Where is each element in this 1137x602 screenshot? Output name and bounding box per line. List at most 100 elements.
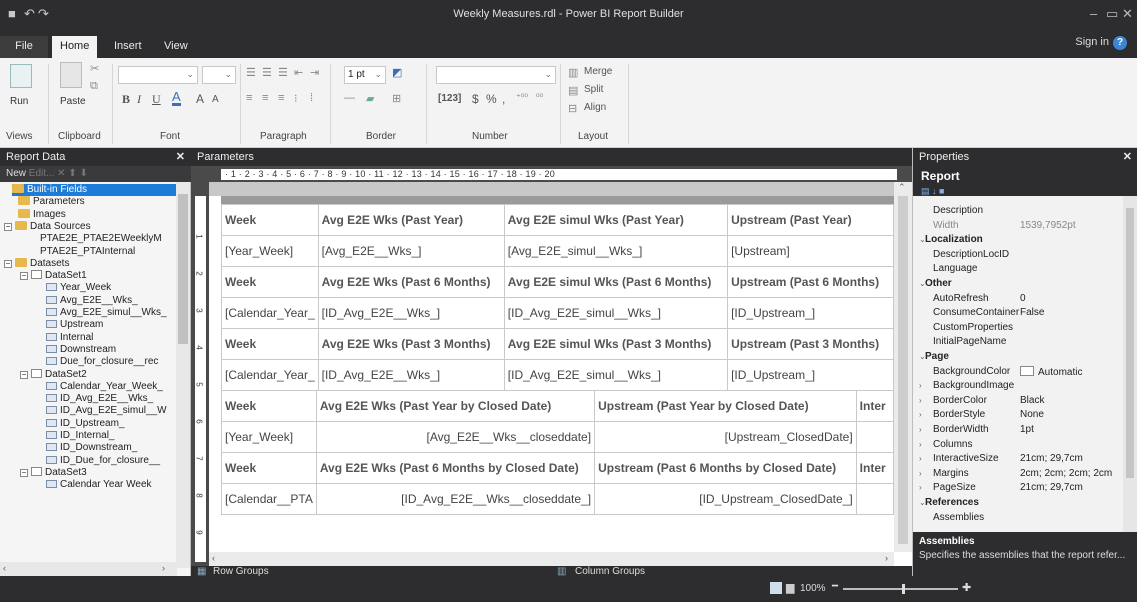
property-value[interactable]: Black	[1020, 395, 1044, 407]
split-icon[interactable]: ▤	[568, 84, 578, 97]
move-down-icon[interactable]: ⬇	[80, 168, 88, 179]
property-row[interactable]: › BackgroundImage	[913, 380, 1124, 392]
tree-item[interactable]: PTAE2E_PTAInternal	[40, 246, 177, 258]
property-row[interactable]: Width 1539,7952pt	[913, 220, 1124, 232]
tree-item[interactable]: Year_Week	[46, 282, 177, 294]
tree-item[interactable]: ID_Downstream_	[46, 442, 177, 454]
decrease-indent-icon[interactable]: ⇤	[294, 66, 303, 79]
column-header-cell[interactable]: Avg E2E Wks (Past 6 Months by Closed Dat…	[315, 452, 596, 484]
property-value[interactable]: 2cm; 2cm; 2cm; 2cm	[1020, 468, 1112, 480]
field-cell[interactable]: [Year_Week]	[221, 421, 317, 453]
tree-item[interactable]: − Data Sources	[4, 220, 177, 233]
align-button[interactable]: Align	[584, 102, 606, 113]
collapse-icon[interactable]: −	[20, 468, 28, 477]
tree-vertical-scrollbar[interactable]	[176, 182, 190, 568]
zoom-slider[interactable]	[843, 588, 958, 590]
property-category[interactable]: ⌄ References	[913, 497, 1124, 509]
property-row[interactable]: › BorderColor Black	[913, 395, 1124, 407]
property-value[interactable]: Automatic	[1020, 365, 1082, 379]
expand-icon[interactable]: ›	[919, 409, 922, 421]
scroll-left-icon[interactable]: ‹	[212, 553, 215, 563]
property-row[interactable]: › Columns	[913, 439, 1124, 451]
column-header-cell[interactable]: Upstream (Past 6 Months)	[727, 266, 894, 298]
property-row[interactable]: Language	[913, 263, 1124, 275]
property-row[interactable]: › PageSize 21cm; 29,7cm	[913, 482, 1124, 494]
tree-item[interactable]: Calendar Year Week	[46, 479, 177, 491]
tree-item[interactable]: − DataSet3	[20, 466, 177, 479]
border-width-select[interactable]: 1 pt ⌄	[344, 66, 386, 84]
merge-button[interactable]: Merge	[584, 66, 612, 77]
column-header-cell[interactable]: Upstream (Past Year by Closed Date)	[594, 390, 857, 422]
expand-icon[interactable]: ›	[919, 380, 922, 392]
expand-icon[interactable]: ›	[919, 439, 922, 451]
italic-button[interactable]: I	[137, 92, 141, 107]
tree-item[interactable]: − DataSet1	[20, 270, 177, 282]
property-row[interactable]: Description	[913, 205, 1124, 217]
bold-button[interactable]: B	[122, 92, 130, 107]
canvas-vertical-scrollbar[interactable]: ⌃	[894, 182, 912, 552]
tree-item[interactable]: ID_Due_for_closure__	[46, 455, 177, 467]
currency-button[interactable]: $	[472, 92, 479, 106]
field-cell[interactable]: [ID_Avg_E2E_simul__Wks_]	[503, 297, 729, 329]
property-row[interactable]: InitialPageName	[913, 336, 1124, 348]
column-header-cell[interactable]: Upstream (Past 6 Months by Closed Date)	[594, 452, 857, 484]
zoom-in-button[interactable]: ✚	[962, 581, 971, 594]
column-header-cell[interactable]: Inter	[855, 390, 894, 422]
property-category[interactable]: ⌄ Localization	[913, 234, 1124, 246]
paste-icon[interactable]	[60, 62, 82, 88]
cut-icon[interactable]: ✂	[90, 62, 99, 75]
field-cell[interactable]: [Avg_E2E__Wks_]	[317, 235, 505, 267]
font-color-button[interactable]: A	[172, 90, 181, 106]
percent-button[interactable]: %	[486, 92, 497, 106]
field-cell[interactable]	[855, 421, 894, 453]
tab-view[interactable]: View	[156, 36, 196, 58]
column-header-cell[interactable]: Avg E2E Wks (Past Year by Closed Date)	[315, 390, 596, 422]
property-row[interactable]: AutoRefresh 0	[913, 293, 1124, 305]
zoom-out-button[interactable]: ━	[832, 581, 838, 592]
property-row[interactable]: BackgroundColor Automatic	[913, 365, 1124, 379]
column-header-cell[interactable]: Avg E2E simul Wks (Past 3 Months)	[503, 328, 729, 360]
expand-icon[interactable]: ›	[919, 482, 922, 494]
zoom-slider-thumb[interactable]	[902, 584, 905, 594]
field-cell[interactable]: [Calendar_Year_	[221, 359, 319, 391]
scroll-right-icon[interactable]: ›	[162, 563, 165, 573]
tree-item[interactable]: Avg_E2E_simul__Wks_	[46, 307, 177, 319]
sign-in-label[interactable]: Sign in	[1075, 36, 1109, 48]
scroll-thumb[interactable]	[178, 194, 188, 344]
number-format-select[interactable]: ⌄	[436, 66, 556, 84]
field-cell[interactable]: [Avg_E2E__Wks__closeddate]	[315, 421, 596, 453]
field-cell[interactable]: [ID_Avg_E2E_simul__Wks_]	[503, 359, 729, 391]
field-cell[interactable]: [ID_Avg_E2E__Wks_]	[317, 297, 505, 329]
tab-home[interactable]: Home	[52, 36, 98, 58]
new-button[interactable]: New	[6, 168, 26, 179]
border-color-icon[interactable]: ◩	[392, 66, 402, 79]
column-header-cell[interactable]: Week	[221, 204, 319, 236]
scroll-right-icon[interactable]: ›	[885, 553, 888, 563]
field-cell[interactable]: [ID_Upstream_ClosedDate_]	[594, 483, 857, 515]
property-value[interactable]: None	[1020, 409, 1044, 421]
tab-file[interactable]: File	[0, 36, 48, 58]
column-header-cell[interactable]: Week	[221, 328, 319, 360]
canvas-horizontal-scrollbar[interactable]: ‹ ›	[209, 552, 894, 566]
shrink-font-button[interactable]: A	[212, 94, 219, 105]
font-size-select[interactable]: ⌄	[202, 66, 236, 84]
sign-in[interactable]: Sign in?	[1075, 36, 1127, 50]
paste-button[interactable]: Paste	[60, 96, 86, 107]
property-row[interactable]: Assemblies	[913, 512, 1124, 524]
edit-button[interactable]: Edit...	[29, 168, 55, 179]
property-pages-icon[interactable]: ■	[939, 186, 944, 196]
field-cell[interactable]: [ID_Upstream_]	[727, 359, 894, 391]
alphabetical-icon[interactable]: ↓	[932, 186, 937, 196]
column-header-cell[interactable]: Avg E2E simul Wks (Past Year)	[503, 204, 729, 236]
tree-item[interactable]: − Datasets	[4, 257, 177, 270]
column-header-cell[interactable]: Avg E2E simul Wks (Past 6 Months)	[503, 266, 729, 298]
property-row[interactable]: › BorderStyle None	[913, 409, 1124, 421]
minimize-button[interactable]: –	[1090, 6, 1097, 21]
collapse-icon[interactable]: −	[4, 222, 12, 231]
property-value[interactable]: 21cm; 29,7cm	[1020, 453, 1083, 465]
property-row[interactable]: CustomProperties	[913, 322, 1124, 334]
font-family-select[interactable]: ⌄	[118, 66, 198, 84]
move-up-icon[interactable]: ⬆	[68, 168, 76, 179]
property-value[interactable]: 1pt	[1020, 424, 1034, 436]
tree-item[interactable]: Due_for_closure__rec	[46, 356, 177, 368]
